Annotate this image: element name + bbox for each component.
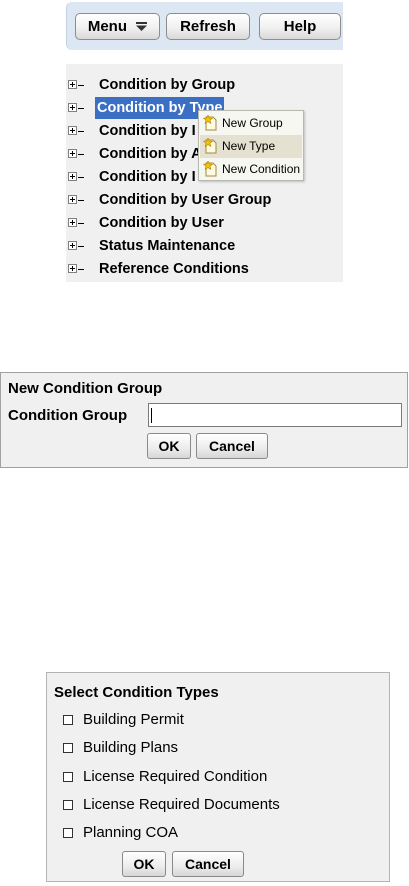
expand-icon[interactable] bbox=[68, 103, 77, 112]
new-condition-group-dialog: New Condition Group Condition Group OK C… bbox=[0, 372, 408, 468]
refresh-button[interactable]: Refresh bbox=[166, 13, 250, 40]
tree-connector bbox=[78, 246, 84, 247]
context-menu-new-condition[interactable]: New Condition bbox=[200, 158, 302, 181]
checkbox[interactable] bbox=[63, 772, 73, 782]
new-item-icon bbox=[203, 161, 217, 177]
help-button-label: Help bbox=[283, 18, 317, 35]
context-menu-label: New Condition bbox=[222, 162, 301, 176]
cancel-button[interactable]: Cancel bbox=[196, 433, 268, 459]
tree-item-label[interactable]: Condition by User bbox=[97, 212, 226, 234]
condition-group-label: Condition Group bbox=[8, 407, 128, 424]
help-button[interactable]: Help bbox=[259, 13, 341, 40]
context-menu: New Group New Type New Condition bbox=[198, 110, 304, 181]
condition-group-input[interactable] bbox=[148, 403, 402, 427]
checkbox[interactable] bbox=[63, 743, 73, 753]
cancel-button[interactable]: Cancel bbox=[172, 851, 244, 877]
text-cursor bbox=[151, 408, 152, 423]
context-menu-new-group[interactable]: New Group bbox=[200, 112, 302, 135]
tree-connector bbox=[78, 154, 84, 155]
dialog-title: New Condition Group bbox=[8, 380, 163, 397]
tree-connector bbox=[78, 85, 84, 86]
tree-item-label[interactable]: Status Maintenance bbox=[97, 235, 237, 257]
chevron-down-icon bbox=[136, 21, 148, 31]
option-label: Building Plans bbox=[83, 739, 179, 756]
dialog-title: Select Condition Types bbox=[54, 684, 219, 701]
tree-item-label[interactable]: Reference Conditions bbox=[97, 258, 251, 280]
ok-button[interactable]: OK bbox=[122, 851, 166, 877]
tree-connector bbox=[78, 131, 84, 132]
expand-icon[interactable] bbox=[68, 149, 77, 158]
menu-button-label: Menu bbox=[87, 18, 127, 35]
expand-icon[interactable] bbox=[68, 218, 77, 227]
new-item-icon bbox=[203, 115, 217, 131]
context-menu-label: New Group bbox=[222, 116, 283, 130]
tree-connector bbox=[78, 223, 84, 224]
option-label: Planning COA bbox=[83, 824, 179, 841]
select-condition-types-dialog: Select Condition Types Building Permit B… bbox=[46, 672, 390, 882]
tree-connector bbox=[78, 200, 84, 201]
tree-item-label[interactable]: Condition by A bbox=[97, 143, 204, 165]
expand-icon[interactable] bbox=[68, 172, 77, 181]
expand-icon[interactable] bbox=[68, 241, 77, 250]
option-label: License Required Condition bbox=[83, 768, 268, 785]
tree-item-label[interactable]: Condition by I bbox=[97, 166, 198, 188]
expand-icon[interactable] bbox=[68, 80, 77, 89]
tree-connector bbox=[78, 269, 84, 270]
tree-connector bbox=[78, 108, 84, 109]
new-item-icon bbox=[203, 138, 217, 154]
menu-button[interactable]: Menu bbox=[75, 13, 160, 40]
refresh-button-label: Refresh bbox=[180, 18, 236, 35]
option-label: Building Permit bbox=[83, 711, 184, 728]
context-menu-label: New Type bbox=[222, 139, 276, 153]
expand-icon[interactable] bbox=[68, 195, 77, 204]
tree-item-label[interactable]: Condition by I bbox=[97, 120, 198, 142]
toolbar: Menu Refresh Help bbox=[66, 2, 343, 50]
option-label: License Required Documents bbox=[83, 796, 280, 813]
tree-item-label[interactable]: Condition by User Group bbox=[97, 189, 273, 211]
tree-connector bbox=[78, 177, 84, 178]
checkbox[interactable] bbox=[63, 800, 73, 810]
checkbox[interactable] bbox=[63, 828, 73, 838]
expand-icon[interactable] bbox=[68, 126, 77, 135]
tree-item-label[interactable]: Condition by Group bbox=[97, 74, 237, 96]
ok-button[interactable]: OK bbox=[147, 433, 191, 459]
expand-icon[interactable] bbox=[68, 264, 77, 273]
context-menu-new-type[interactable]: New Type bbox=[200, 135, 302, 158]
checkbox[interactable] bbox=[63, 715, 73, 725]
